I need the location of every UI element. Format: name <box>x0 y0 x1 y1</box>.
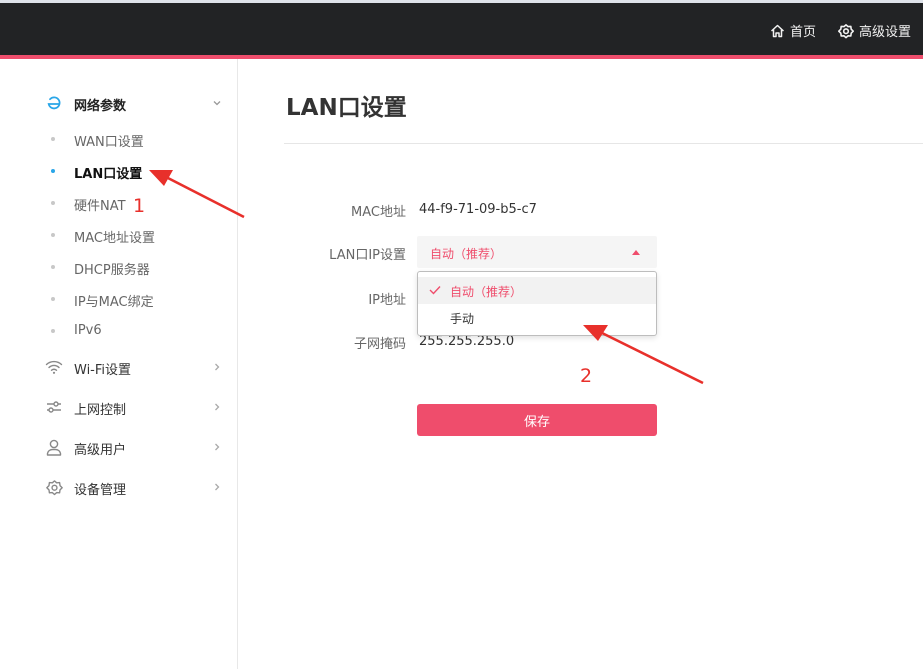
sidebar-item-label: IP与MAC绑定 <box>74 295 154 310</box>
subnet-mask-value: 255.255.255.0 <box>419 334 515 349</box>
sidebar-item-label: 硬件NAT <box>74 199 126 214</box>
home-label: 首页 <box>789 25 816 40</box>
bullet-dot <box>51 137 55 141</box>
sidebar-item-lan[interactable]: LAN口设置 <box>0 160 238 182</box>
bullet-dot <box>51 265 55 269</box>
subnet-mask-label: 子网掩码 <box>353 337 406 352</box>
router-admin-page: 首页 高级设置 网络参数 WAN口设置 LAN口设置 硬件NAT MAC地址设置… <box>0 0 923 669</box>
select-current-value: 自动（推荐） <box>430 247 503 261</box>
sidebar-group-internet-control[interactable]: 上网控制 <box>0 394 238 420</box>
gear-icon <box>837 23 854 39</box>
sidebar-group-device-management[interactable]: 设备管理 <box>0 474 238 500</box>
network-e-icon <box>45 94 63 112</box>
sliders-icon <box>45 398 63 416</box>
sidebar-group-label: 上网控制 <box>74 403 127 418</box>
user-icon <box>45 438 63 456</box>
option-auto[interactable]: 自动（推荐） <box>418 277 656 304</box>
page-title: LAN口设置 <box>286 95 407 121</box>
gear-icon <box>45 478 63 496</box>
bullet-dot <box>51 329 55 333</box>
sidebar: 网络参数 WAN口设置 LAN口设置 硬件NAT MAC地址设置 DHCP服务器… <box>0 59 238 669</box>
annotation-marker-1: 1 <box>133 195 146 217</box>
chevron-right-icon <box>215 483 220 491</box>
mac-address-value: 44-f9-71-09-b5-c7 <box>419 202 537 217</box>
chevron-right-icon <box>215 443 220 451</box>
ip-address-label: IP地址 <box>368 293 406 308</box>
wifi-icon <box>45 358 63 376</box>
sidebar-item-hardware-nat[interactable]: 硬件NAT <box>0 192 238 214</box>
advanced-settings-link[interactable]: 高级设置 <box>837 21 911 40</box>
lan-ip-mode-dropdown: 自动（推荐） 手动 <box>417 271 657 336</box>
sidebar-item-ip-mac-binding[interactable]: IP与MAC绑定 <box>0 288 238 310</box>
sidebar-item-label: DHCP服务器 <box>74 263 150 278</box>
save-button[interactable]: 保存 <box>417 404 657 436</box>
sidebar-item-ipv6[interactable]: IPv6 <box>0 320 238 342</box>
sidebar-group-label: Wi-Fi设置 <box>74 363 132 378</box>
sidebar-group-label: 设备管理 <box>74 483 127 498</box>
annotation-marker-2: 2 <box>580 365 593 387</box>
divider <box>284 143 923 144</box>
bullet-dot <box>51 297 55 301</box>
chevron-right-icon <box>215 363 220 371</box>
sidebar-group-label: 高级用户 <box>74 443 127 458</box>
sidebar-item-mac-address[interactable]: MAC地址设置 <box>0 224 238 246</box>
sidebar-group-advanced-user[interactable]: 高级用户 <box>0 434 238 460</box>
option-manual[interactable]: 手动 <box>418 304 656 331</box>
sidebar-item-label: WAN口设置 <box>74 135 144 150</box>
top-nav: 首页 高级设置 <box>770 21 911 40</box>
option-label: 自动（推荐） <box>450 285 523 299</box>
sidebar-item-dhcp[interactable]: DHCP服务器 <box>0 256 238 278</box>
caret-up-icon <box>632 250 640 255</box>
chevron-down-icon <box>213 101 221 106</box>
sidebar-item-label: MAC地址设置 <box>74 231 155 246</box>
advanced-settings-label: 高级设置 <box>858 25 911 40</box>
sidebar-group-network[interactable]: 网络参数 <box>0 90 238 116</box>
bullet-dot <box>51 201 55 205</box>
home-link[interactable]: 首页 <box>770 21 816 40</box>
bullet-dot <box>51 169 55 173</box>
sidebar-item-label: LAN口设置 <box>74 167 143 182</box>
bullet-dot <box>51 233 55 237</box>
option-label: 手动 <box>450 312 475 326</box>
sidebar-item-wan[interactable]: WAN口设置 <box>0 128 238 150</box>
sidebar-item-label: IPv6 <box>74 323 102 338</box>
lan-ip-mode-select[interactable]: 自动（推荐） <box>417 236 657 268</box>
top-bar: 首页 高级设置 <box>0 0 923 55</box>
home-icon <box>770 24 785 38</box>
lan-ip-setting-label: LAN口IP设置 <box>329 248 406 263</box>
sidebar-group-wifi[interactable]: Wi-Fi设置 <box>0 354 238 380</box>
mac-address-label: MAC地址 <box>351 205 406 220</box>
chevron-right-icon <box>215 403 220 411</box>
sidebar-group-label: 网络参数 <box>74 99 127 114</box>
check-icon <box>429 286 441 295</box>
